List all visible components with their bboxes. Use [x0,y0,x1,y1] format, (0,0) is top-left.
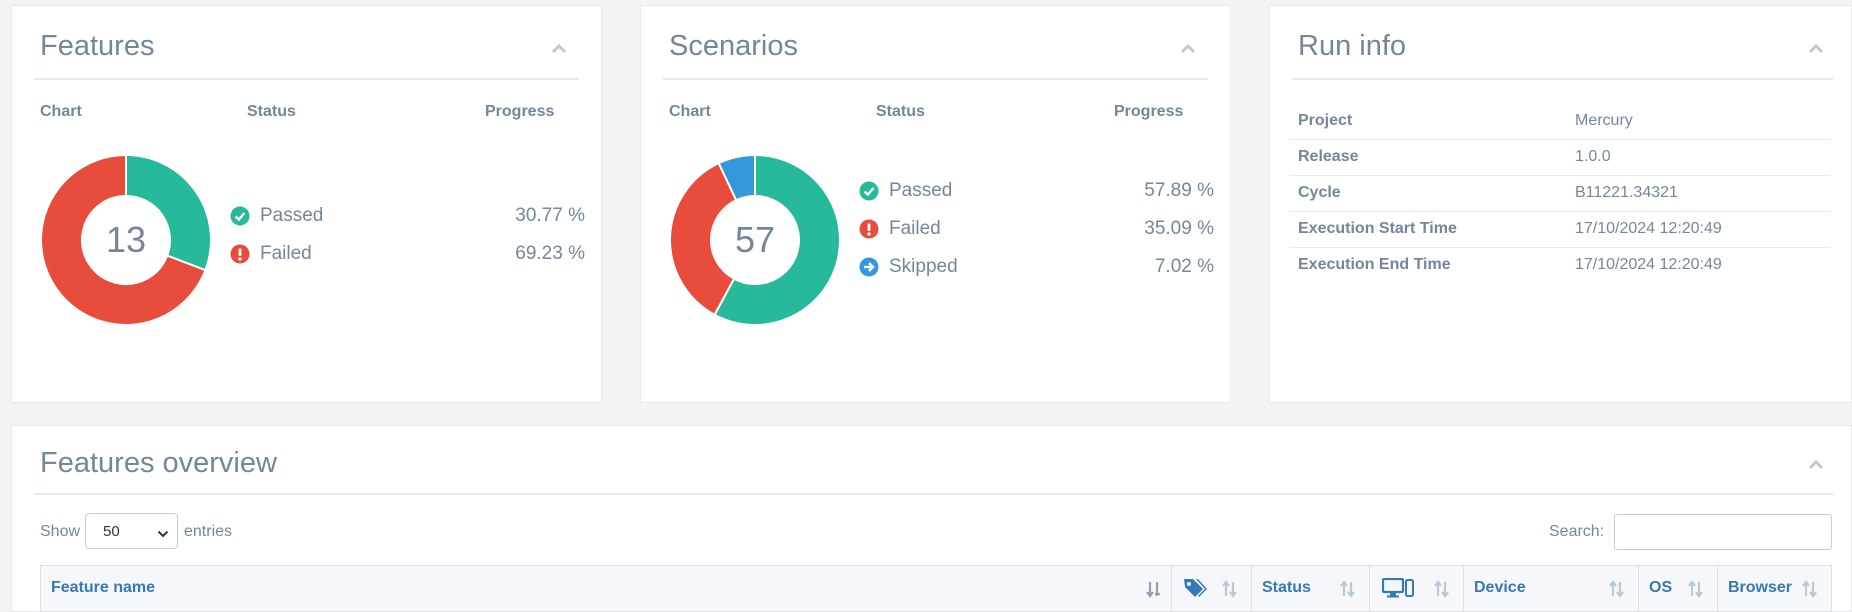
column-feature-name[interactable]: Feature name [41,566,1172,611]
legend-label: Passed [889,180,953,201]
column-header-chart: Chart [669,103,711,120]
sort-ascending-icon [1145,580,1163,598]
collapse-chevron-up-icon[interactable] [1807,458,1825,470]
info-row-execution-start-time: Execution Start Time 17/10/2024 12:20:49 [1290,212,1830,248]
column-device-type[interactable] [1370,566,1464,611]
scenarios-total: 57 [734,219,776,260]
panel-title: Scenarios [669,30,798,62]
info-value: Mercury [1575,112,1633,129]
column-header-status: Status [247,103,296,120]
column-label: Device [1474,579,1526,596]
show-label: Show [40,523,81,540]
info-key: Project [1298,112,1353,129]
check-circle-icon [859,181,879,201]
entries-label: entries [184,523,233,540]
legend-value: 35.09 % [1144,218,1214,239]
sort-icon [1433,580,1451,598]
info-key: Execution Start Time [1298,220,1457,237]
info-key: Execution End Time [1298,256,1451,273]
panel-title: Features overview [40,447,277,479]
sort-icon [1221,580,1239,598]
legend-label: Skipped [889,256,958,277]
info-key: Release [1298,148,1359,165]
features-panel: Features Chart Status Progress 13 Passed… [11,5,602,403]
divider [1292,78,1833,80]
tags-icon [1182,577,1208,604]
exclamation-circle-icon [230,244,250,264]
column-browser[interactable]: Browser [1718,566,1831,611]
panel-title: Features [40,30,155,62]
collapse-chevron-up-icon[interactable] [550,42,568,54]
collapse-chevron-up-icon[interactable] [1807,42,1825,54]
column-header-status: Status [876,103,925,120]
legend-value: 57.89 % [1144,180,1214,201]
column-device[interactable]: Device [1464,566,1639,611]
legend-row-failed: Failed 35.09 % [859,217,1214,241]
desktop-mobile-icon [1381,577,1414,603]
column-header-progress: Progress [1114,103,1184,120]
exclamation-circle-icon [859,219,879,239]
column-os[interactable]: OS [1639,566,1718,611]
chevron-down-icon [157,526,169,543]
legend-value: 30.77 % [515,205,585,226]
scenarios-panel: Scenarios Chart Status Progress 57 Passe… [640,5,1231,403]
column-header-chart: Chart [40,103,82,120]
sort-icon [1801,580,1819,598]
info-value: B11221.34321 [1575,184,1678,201]
panel-title: Run info [1298,30,1407,62]
info-key: Cycle [1298,184,1341,201]
legend-row-passed: Passed 30.77 % [230,204,585,228]
info-row-execution-end-time: Execution End Time 17/10/2024 12:20:49 [1290,248,1830,284]
sort-icon [1687,580,1705,598]
legend-row-failed: Failed 69.23 % [230,242,585,266]
info-value: 17/10/2024 12:20:49 [1575,220,1722,237]
info-value: 1.0.0 [1575,148,1611,165]
legend-row-skipped: Skipped 7.02 % [859,255,1214,279]
page-size-select[interactable]: 50 [85,513,178,549]
scenarios-donut-chart: 57 [669,153,841,326]
legend-value: 7.02 % [1154,256,1214,277]
divider [34,78,579,80]
legend-label: Passed [260,205,324,226]
legend-label: Failed [260,243,312,264]
column-tags[interactable] [1172,566,1252,611]
divider [34,493,1833,495]
info-row-release: Release 1.0.0 [1290,140,1830,176]
features-total: 13 [105,219,147,260]
column-status[interactable]: Status [1252,566,1370,611]
info-value: 17/10/2024 12:20:49 [1575,256,1722,273]
legend-label: Failed [889,218,941,239]
sort-icon [1339,580,1357,598]
info-row-project: Project Mercury [1290,104,1830,140]
column-label: Feature name [51,579,156,596]
arrow-circle-right-icon [859,257,879,277]
page-size-value: 50 [103,523,120,540]
legend-value: 69.23 % [515,243,585,264]
check-circle-icon [230,206,250,226]
column-header-progress: Progress [485,103,555,120]
search-label: Search: [1549,523,1605,540]
column-label: Status [1262,579,1311,596]
column-label: OS [1649,579,1673,596]
legend-row-passed: Passed 57.89 % [859,179,1214,203]
sort-icon [1608,580,1626,598]
info-row-cycle: Cycle B11221.34321 [1290,176,1830,212]
column-label: Browser [1728,579,1793,596]
search-input[interactable] [1614,514,1832,550]
collapse-chevron-up-icon[interactable] [1179,42,1197,54]
divider [663,78,1208,80]
features-table-header: Feature name Status Device OS Browser [40,565,1832,612]
features-donut-chart: 13 [40,153,212,326]
